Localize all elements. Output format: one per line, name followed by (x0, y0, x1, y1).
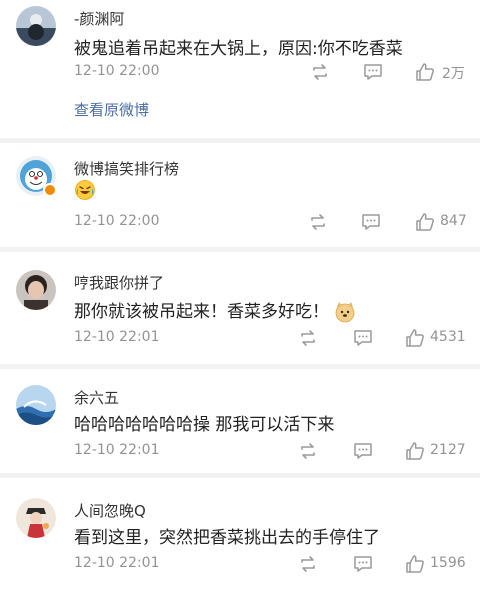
comment-text: 那你就该被吊起来！香菜多好吃！ (74, 297, 356, 323)
repost-icon[interactable] (297, 553, 319, 575)
user-name[interactable]: 人间忽晚Q (74, 500, 146, 521)
comment-icon[interactable] (362, 61, 384, 83)
comment-card: 人间忽晚Q 看到这里，突然把香菜挑出去的手停住了 12-10 22:01 159… (0, 478, 480, 596)
user-name[interactable]: 余六五 (74, 387, 119, 408)
timestamp: 12-10 22:00 (74, 63, 160, 79)
view-original-link[interactable]: 查看原微博 (74, 99, 149, 120)
user-name[interactable]: 微博搞笑排行榜 (74, 158, 179, 179)
user-name[interactable]: 哼我跟你拼了 (74, 272, 164, 293)
comment-text-content: 那你就该被吊起来！香菜多好吃！ (74, 302, 329, 322)
repost-icon[interactable] (297, 327, 319, 349)
avatar[interactable] (16, 385, 56, 425)
comment-text: 被鬼追着吊起来在大锅上，原因:你不吃香菜 (74, 39, 403, 59)
like-count: 4531 (430, 329, 466, 345)
avatar[interactable] (16, 498, 56, 538)
like-count: 847 (440, 213, 467, 229)
timestamp: 12-10 22:01 (74, 329, 160, 345)
comment-card: 哼我跟你拼了 那你就该被吊起来！香菜多好吃！ 12-10 22:01 4531 (0, 252, 480, 364)
like-icon[interactable] (404, 553, 426, 575)
comment-icon[interactable] (352, 440, 374, 462)
timestamp: 12-10 22:01 (74, 555, 160, 571)
comment-icon[interactable] (352, 327, 374, 349)
comment-icon[interactable] (352, 553, 374, 575)
like-icon[interactable] (404, 440, 426, 462)
comment-text (74, 179, 96, 201)
comment-card: 微博搞笑排行榜 12-10 22:00 847 (0, 143, 480, 247)
comment-card: 余六五 哈哈哈哈哈哈哈操 那我可以活下来 12-10 22:01 2127 (0, 369, 480, 473)
timestamp: 12-10 22:01 (74, 442, 160, 458)
comment-card: -颜渊阿 被鬼追着吊起来在大锅上，原因:你不吃香菜 12-10 22:00 2万… (0, 0, 480, 138)
comment-text: 哈哈哈哈哈哈哈操 那我可以活下来 (74, 415, 335, 435)
avatar[interactable] (16, 6, 56, 46)
like-count: 2万 (442, 66, 465, 82)
timestamp: 12-10 22:00 (74, 213, 160, 229)
avatar[interactable] (16, 270, 56, 310)
comment-text: 看到这里，突然把香菜挑出去的手停住了 (74, 528, 380, 548)
repost-icon[interactable] (297, 440, 319, 462)
comment-icon[interactable] (360, 211, 382, 233)
user-name[interactable]: -颜渊阿 (74, 8, 124, 29)
repost-icon[interactable] (309, 61, 331, 83)
repost-icon[interactable] (307, 211, 329, 233)
laughing-crying-emoji (75, 180, 95, 200)
like-count: 1596 (430, 555, 466, 571)
verified-badge (43, 183, 57, 197)
doge-emoji (336, 302, 355, 323)
like-count: 2127 (430, 442, 466, 458)
like-icon[interactable] (404, 327, 426, 349)
like-icon[interactable] (414, 61, 436, 83)
like-icon[interactable] (414, 211, 436, 233)
